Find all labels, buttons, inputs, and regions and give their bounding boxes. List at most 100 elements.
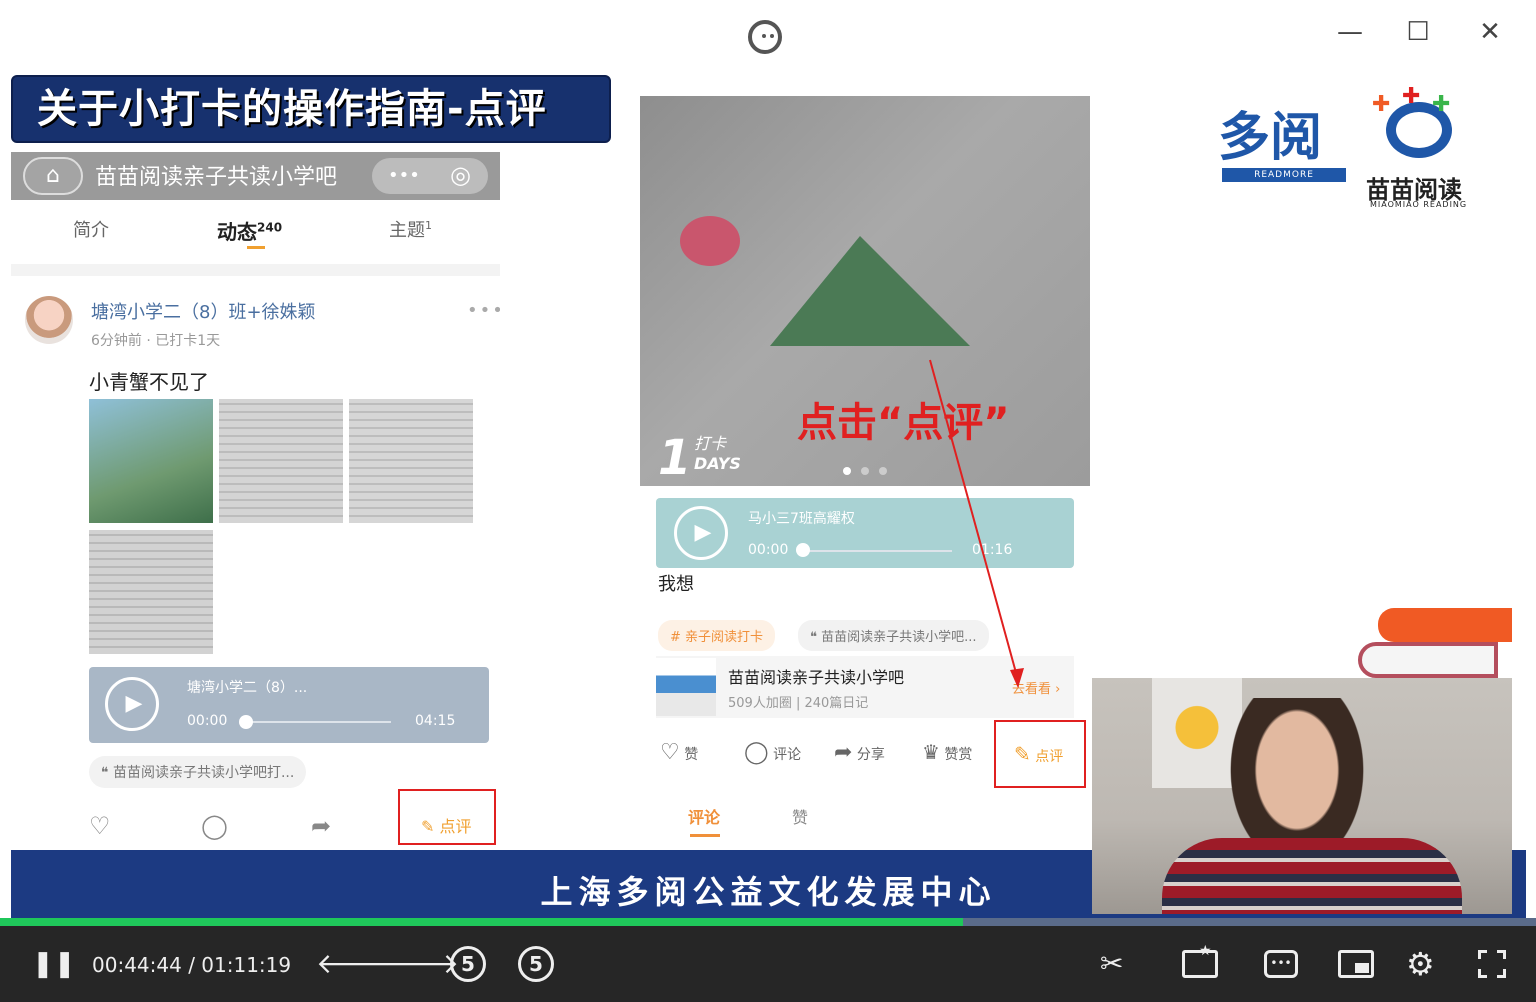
play-icon: ▶: [674, 506, 728, 560]
days-number: 1: [658, 430, 692, 486]
maximize-button[interactable]: ☐: [1400, 16, 1436, 48]
tent-illustration: [770, 236, 970, 346]
minimize-button[interactable]: —: [1332, 16, 1368, 48]
post-author: 塘湾小学二（8）班+徐姝颖: [91, 302, 316, 323]
miaomiao-logo-subtitle: MIAOMIAO READING: [1370, 200, 1468, 209]
next-button[interactable]: 🡒: [384, 946, 459, 982]
share-icon: ➦: [311, 812, 332, 840]
arrow-left-icon: 🡐: [316, 947, 392, 980]
tab-likes: 赞: [792, 808, 809, 827]
share-icon: ➦: [834, 740, 853, 765]
previous-button[interactable]: 🡐: [316, 946, 391, 982]
forward-5-button[interactable]: 5: [518, 946, 554, 982]
trophy-icon: ♛: [922, 740, 940, 764]
active-tab-indicator: [690, 834, 720, 837]
subtitles-icon: •••: [1270, 956, 1292, 970]
group-thumbnail: [656, 658, 716, 716]
app-logo-icon: [748, 20, 782, 54]
rewind-5-icon: 5: [461, 952, 475, 976]
left-phone-screenshot: ⌂ 苗苗阅读亲子共读小学吧 ••• ◎ 简介 动态240 主题1 塘湾小学二（8…: [11, 152, 500, 852]
miniapp-capsule: ••• ◎: [372, 158, 488, 194]
hashtag-icon: #: [670, 630, 686, 645]
carousel-dot: [879, 467, 887, 475]
edit-icon: ✎: [1014, 742, 1031, 766]
slide-banner-title: 关于小打卡的操作指南-点评: [11, 75, 611, 143]
pause-icon: ❚❚: [32, 949, 76, 979]
comment-icon: ◯: [744, 740, 769, 765]
miaomiao-logo-icon: ✚ ✚ ✚: [1372, 84, 1468, 162]
tab-feed: 动态240: [217, 220, 283, 244]
picture-in-picture-button[interactable]: [1338, 950, 1374, 978]
forward-5-icon: 5: [529, 952, 543, 976]
checkin-text: 我想: [658, 574, 694, 595]
gear-icon: ⚙: [1406, 945, 1435, 983]
fullscreen-icon-corner: [1497, 950, 1506, 959]
chevron-right-icon: ›: [1051, 682, 1061, 697]
flower-illustration: [680, 216, 740, 266]
tab-comments: 评论: [688, 808, 721, 827]
maximize-icon: ☐: [1406, 17, 1430, 47]
group-name: 苗苗阅读亲子共读小学吧: [728, 668, 905, 687]
subtitles-button[interactable]: •••: [1264, 950, 1298, 978]
active-tab-indicator: [247, 246, 265, 249]
fullscreen-icon-corner: [1478, 969, 1487, 978]
clip-button[interactable]: ✂: [1100, 946, 1123, 982]
post-image-cover: [89, 399, 213, 523]
books-decoration: [1378, 608, 1512, 642]
audio-track: [249, 721, 391, 723]
review-button: ✎ 点评: [421, 817, 472, 836]
close-button[interactable]: ✕: [1472, 16, 1508, 48]
audio-start-time: 00:00: [748, 542, 789, 558]
like-action: ♡ 赞: [660, 740, 699, 765]
audio-title: 马小三7班高耀权: [748, 511, 855, 527]
audio-start-time: 00:00: [187, 713, 228, 729]
home-icon: ⌂: [23, 157, 83, 195]
current-time: 00:44:44: [92, 953, 182, 977]
rewind-5-button[interactable]: 5: [450, 946, 486, 982]
time-display: 00:44:44 / 01:11:19: [92, 953, 292, 977]
audio-player: ▶ 塘湾小学二（8）... 00:00 04:15: [89, 667, 489, 743]
tag-quote-icon: ❝: [101, 765, 113, 781]
pip-icon: [1355, 963, 1369, 973]
scissors-icon: ✂: [1100, 947, 1124, 980]
arrow-annotation: [929, 359, 1024, 688]
comment-action: ◯ 评论: [744, 740, 802, 765]
close-icon: ✕: [1479, 17, 1501, 47]
webcam-overlay: [1092, 678, 1512, 914]
more-icon: •••: [467, 300, 500, 321]
more-dots-icon: •••: [388, 165, 420, 186]
fullscreen-icon-corner: [1497, 969, 1506, 978]
post-tag: ❝ 苗苗阅读亲子共读小学吧打...: [89, 756, 307, 788]
audio-knob: [796, 543, 810, 557]
post-image-page: [219, 399, 343, 523]
post-meta: 6分钟前 · 已打卡1天: [91, 333, 221, 349]
fullscreen-button[interactable]: [1478, 950, 1506, 978]
minimize-icon: —: [1337, 17, 1363, 47]
carousel-dot-active: [843, 467, 851, 475]
sparkle-icon: ★: [1199, 943, 1212, 959]
miniapp-title: 苗苗阅读亲子共读小学吧: [95, 165, 338, 190]
presenter-shirt: [1162, 838, 1462, 914]
tab-topics: 主题1: [389, 219, 432, 241]
books-decoration: [1358, 642, 1498, 678]
share-action: ➦ 分享: [834, 740, 885, 765]
pause-button[interactable]: ❚❚: [32, 946, 76, 982]
tab-intro: 简介: [73, 220, 109, 241]
review-button: ✎ 点评: [1014, 742, 1064, 766]
play-icon: ▶: [105, 677, 159, 731]
screenshot-button[interactable]: ★: [1182, 943, 1218, 978]
post-image-page: [89, 530, 213, 654]
section-separator: [11, 264, 500, 276]
total-time: 01:11:19: [201, 953, 292, 977]
audio-title: 塘湾小学二（8）...: [187, 680, 308, 696]
topic-tag: # 亲子阅读打卡: [658, 620, 776, 651]
readmore-logo-text: READMORE: [1222, 168, 1346, 182]
post-text: 小青蟹不见了: [89, 370, 209, 394]
arrow-right-icon: 🡒: [384, 947, 460, 980]
quote-icon: ❝: [810, 630, 822, 645]
target-icon: ◎: [450, 161, 471, 189]
carousel-dot: [861, 467, 869, 475]
settings-button[interactable]: ⚙: [1406, 946, 1435, 982]
audio-knob: [239, 715, 253, 729]
group-meta: 509人加圈 | 240篇日记: [728, 696, 869, 711]
